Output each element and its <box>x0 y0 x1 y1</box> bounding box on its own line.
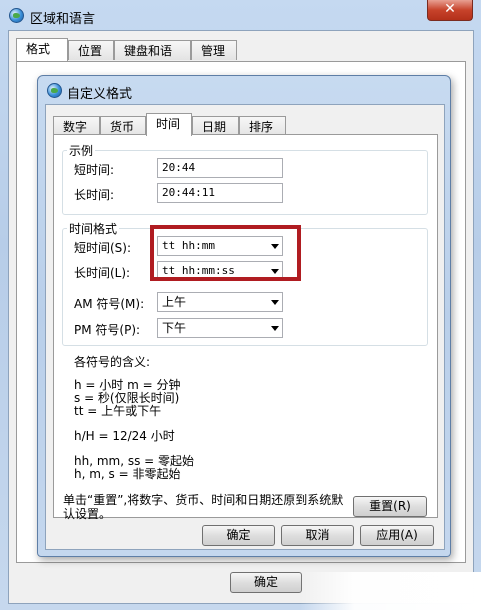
globe-icon <box>9 8 24 23</box>
highlight-box <box>150 225 301 281</box>
window-title: 区域和语言 <box>30 12 96 27</box>
ok-button[interactable]: 确定 <box>202 525 275 546</box>
example-long-time-field: 20:44:11 <box>157 183 283 203</box>
tab-keyboards-languages[interactable]: 键盘和语言 <box>114 40 191 78</box>
example-legend: 示例 <box>69 144 94 158</box>
globe-icon <box>47 83 62 98</box>
dialog-title: 自定义格式 <box>67 87 133 102</box>
dialog-client-area: 数字 货币 时间 日期 排序 示例 短时间: 20:44 长时间: 20:44:… <box>45 104 445 550</box>
dropdown-arrow-icon[interactable] <box>271 300 279 305</box>
notation-line: h/H = 12/24 小时 <box>74 429 175 443</box>
tab-administrative[interactable]: 管理 <box>191 40 237 60</box>
outer-ok-button[interactable]: 确定 <box>230 572 302 593</box>
short-time-label: 短时间(S): <box>74 241 132 255</box>
example-short-time-field: 20:44 <box>157 158 283 178</box>
am-symbol-combo[interactable]: 上午 <box>157 292 283 312</box>
close-button[interactable]: ✕ <box>427 0 473 21</box>
tab-time[interactable]: 时间 <box>146 113 192 136</box>
tab-location[interactable]: 位置 <box>68 40 114 60</box>
am-symbol-value: 上午 <box>162 295 187 309</box>
tab-currency[interactable]: 货币 <box>100 116 146 136</box>
tab-formats[interactable]: 格式 <box>16 38 68 61</box>
cancel-button[interactable]: 取消 <box>281 525 354 546</box>
example-long-time-label: 长时间: <box>74 188 115 202</box>
notation-line: tt = 上午或下午 <box>74 404 162 418</box>
example-short-time-label: 短时间: <box>74 163 115 177</box>
pm-symbol-combo[interactable]: 下午 <box>157 318 283 338</box>
reset-note: 单击“重置”,将数字、货币、时间和日期还原到系统默认设置。 <box>63 493 344 521</box>
tab-date[interactable]: 日期 <box>192 116 239 136</box>
watermark-overlay <box>300 572 481 610</box>
dropdown-arrow-icon[interactable] <box>271 326 279 331</box>
notation-line: h, m, s = 非零起始 <box>74 467 181 481</box>
tab-numbers[interactable]: 数字 <box>53 116 100 136</box>
time-tab-panel: 示例 短时间: 20:44 长时间: 20:44:11 时间格式 短时间(S):… <box>53 134 438 521</box>
time-formats-legend: 时间格式 <box>69 222 118 236</box>
am-symbol-label: AM 符号(M): <box>74 297 145 311</box>
customize-format-dialog: 自定义格式 数字 货币 时间 日期 排序 示例 短时间: 20:44 长时间: … <box>37 75 451 557</box>
notation-heading: 各符号的含义: <box>74 355 151 369</box>
tab-sort[interactable]: 排序 <box>239 116 286 136</box>
long-time-label: 长时间(L): <box>74 266 131 280</box>
pm-symbol-value: 下午 <box>162 321 187 335</box>
reset-button[interactable]: 重置(R) <box>353 496 427 517</box>
example-group: 示例 <box>62 142 428 215</box>
pm-symbol-label: PM 符号(P): <box>74 323 141 337</box>
apply-button[interactable]: 应用(A) <box>360 525 434 546</box>
